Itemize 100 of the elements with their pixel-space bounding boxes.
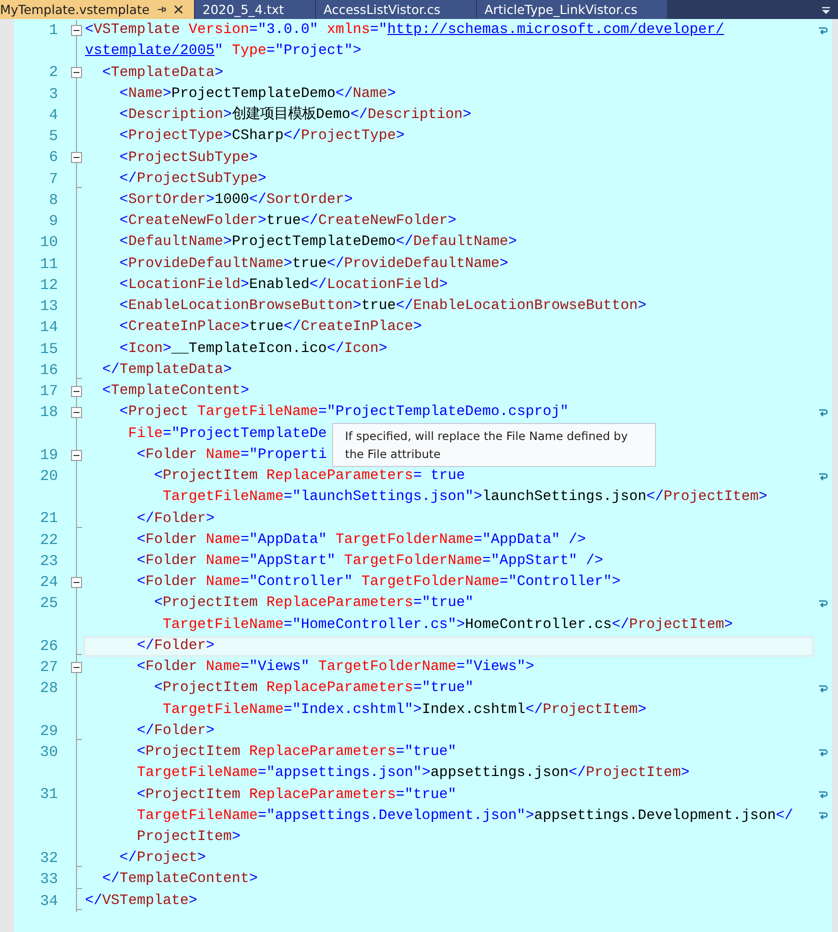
code-line: File="ProjectTemplateDe bbox=[127, 424, 327, 444]
close-icon[interactable] bbox=[172, 4, 184, 15]
code-line: <TemplateData> bbox=[101, 64, 224, 83]
code-line: <LocationField>Enabled</LocationField> bbox=[118, 276, 448, 295]
code-line: </TemplateContent> bbox=[101, 870, 258, 890]
code-line: </Folder> bbox=[136, 636, 215, 656]
code-line: <ProjectSubType> bbox=[118, 148, 258, 168]
code-line: <VSTemplate Version="3.0.0" xmlns="http://schemas.microsoft.com/developer/ bbox=[85, 21, 724, 40]
code-line: <EnableLocationBrowseButton>true</EnableLocationBrowseButton> bbox=[118, 297, 646, 316]
code-line: TargetFileName="launchSettings.json">launchSettings.json</ProjectItem> bbox=[162, 488, 768, 508]
line-number: 25 bbox=[40, 595, 58, 612]
line-number: 19 bbox=[40, 446, 58, 464]
code-line: </TemplateData> bbox=[101, 360, 232, 380]
code-line: <Icon>__TemplateIcon.ico</Icon> bbox=[118, 340, 388, 359]
line-number: 13 bbox=[40, 298, 58, 316]
line-number: 14 bbox=[40, 319, 58, 336]
line-number: 29 bbox=[40, 722, 58, 740]
line-number: 24 bbox=[40, 574, 58, 592]
code-line: TargetFileName="Index.cshtml">Index.cshtml</ProjectItem> bbox=[162, 700, 646, 720]
code-line: <DefaultName>ProjectTemplateDemo</DefaultName> bbox=[118, 233, 517, 252]
code-line: </VSTemplate> bbox=[85, 892, 198, 911]
wrap-icon bbox=[818, 408, 828, 418]
line-number: 26 bbox=[40, 638, 58, 655]
code-line: TargetFileName="appsettings.json">appsettings.json</ProjectItem> bbox=[136, 764, 690, 784]
code-line: <TemplateContent> bbox=[101, 382, 250, 402]
code-line: TargetFileName="HomeController.cs">HomeController.cs</ProjectItem> bbox=[162, 616, 733, 635]
tab[interactable]: ArticleType_LinkVistor.cs bbox=[476, 0, 668, 19]
wrap-icon bbox=[818, 790, 828, 800]
code-line: <Folder Name="AppStart" TargetFolderName="AppStart" /> bbox=[136, 552, 604, 571]
code-line: <ProjectType>CSharp</ProjectType> bbox=[118, 127, 405, 146]
line-number: 22 bbox=[40, 532, 58, 549]
line-number: 23 bbox=[40, 552, 58, 570]
line-number: 28 bbox=[40, 680, 58, 698]
collapse-icon[interactable] bbox=[71, 407, 82, 418]
code-line: <CreateInPlace>true</CreateInPlace> bbox=[118, 318, 422, 338]
code-line: ProjectItem> bbox=[136, 828, 240, 848]
code-line: <Description>创建项目模板Demo</Description> bbox=[118, 106, 472, 126]
collapse-icon[interactable] bbox=[71, 577, 82, 588]
code-line: <Folder Name="Views" TargetFolderName="Views"> bbox=[136, 658, 534, 678]
code-line: </Folder> bbox=[136, 722, 215, 741]
code-line: <Project TargetFileName="ProjectTemplateDemo.csproj" bbox=[118, 403, 569, 422]
line-number: 4 bbox=[48, 106, 58, 124]
code-line: </ProjectSubType> bbox=[118, 170, 266, 189]
line-number: 10 bbox=[40, 234, 58, 252]
line-number: 33 bbox=[40, 871, 58, 888]
line-number: 15 bbox=[40, 340, 58, 358]
code-line: <CreateNewFolder>true</CreateNewFolder> bbox=[118, 212, 456, 232]
line-number: 27 bbox=[40, 659, 58, 676]
tab[interactable]: MyTemplate.vstemplate bbox=[0, 0, 195, 19]
line-number: 7 bbox=[48, 170, 58, 188]
line-number: 9 bbox=[48, 213, 58, 230]
collapse-icon[interactable] bbox=[71, 450, 82, 461]
collapse-icon[interactable] bbox=[71, 662, 82, 674]
collapse-icon[interactable] bbox=[71, 386, 82, 397]
line-number: 32 bbox=[40, 850, 58, 868]
tooltip: If specified, will replace the File Name defined by the File attribute bbox=[332, 423, 656, 467]
wrap-icon bbox=[818, 472, 828, 482]
line-number: 3 bbox=[48, 86, 58, 103]
code-line: </Folder> bbox=[136, 510, 215, 528]
code-line: <ProjectItem ReplaceParameters="true" bbox=[153, 679, 474, 698]
line-number: 5 bbox=[48, 128, 58, 146]
collapse-icon[interactable] bbox=[71, 67, 82, 78]
line-number: 8 bbox=[48, 192, 58, 209]
code-line: <ProjectItem ReplaceParameters="true" bbox=[136, 786, 456, 805]
code-line: <ProjectItem ReplaceParameters= true bbox=[153, 467, 466, 486]
line-number: 16 bbox=[40, 362, 58, 379]
pin-icon[interactable] bbox=[156, 4, 167, 15]
wrap-icon bbox=[818, 748, 828, 758]
tab[interactable]: AccessListVistor.cs bbox=[316, 0, 477, 19]
line-number: 34 bbox=[40, 892, 58, 910]
code-line: vstemplate/2005" Type="Project"> bbox=[85, 42, 362, 62]
line-number: 6 bbox=[48, 149, 58, 166]
wrap-icon bbox=[818, 26, 828, 36]
code-line: <ProjectItem ReplaceParameters="true" bbox=[153, 594, 474, 614]
code-line: </Project> bbox=[118, 849, 206, 868]
code-line: <ProjectItem ReplaceParameters="true" bbox=[136, 743, 456, 762]
line-number: 18 bbox=[40, 404, 58, 422]
code-line: <Folder Name="Properti bbox=[136, 446, 327, 465]
line-number: 2 bbox=[48, 64, 58, 82]
scrollbar[interactable] bbox=[832, 19, 838, 932]
code-line: <ProvideDefaultName>true</ProvideDefaultName> bbox=[118, 254, 508, 274]
line-number: 12 bbox=[40, 276, 58, 294]
tab[interactable]: 2020_5_4.txt bbox=[194, 0, 316, 19]
wrap-icon bbox=[818, 598, 828, 609]
wrap-icon bbox=[818, 811, 828, 822]
line-number: 31 bbox=[40, 786, 58, 804]
code-line: <SortOrder>1000</SortOrder> bbox=[118, 190, 353, 210]
line-number: 17 bbox=[40, 382, 58, 400]
line-number: 1 bbox=[48, 22, 58, 39]
line-number: 20 bbox=[40, 468, 58, 485]
line-number: 30 bbox=[40, 744, 58, 761]
code-line: <Name>ProjectTemplateDemo</Name> bbox=[118, 84, 396, 104]
code-line: <Folder Name="AppData" TargetFolderName="AppData" /> bbox=[136, 530, 586, 550]
line-number: 21 bbox=[40, 510, 58, 528]
code-line: TargetFileName="appsettings.Development.json">appsettings.Development.json</ bbox=[136, 806, 794, 826]
line-number: 11 bbox=[40, 256, 58, 273]
collapse-icon[interactable] bbox=[71, 25, 82, 36]
collapse-icon[interactable] bbox=[71, 152, 82, 164]
code-line: <Folder Name="Controller" TargetFolderName="Controller"> bbox=[136, 573, 620, 592]
wrap-icon bbox=[818, 684, 828, 694]
